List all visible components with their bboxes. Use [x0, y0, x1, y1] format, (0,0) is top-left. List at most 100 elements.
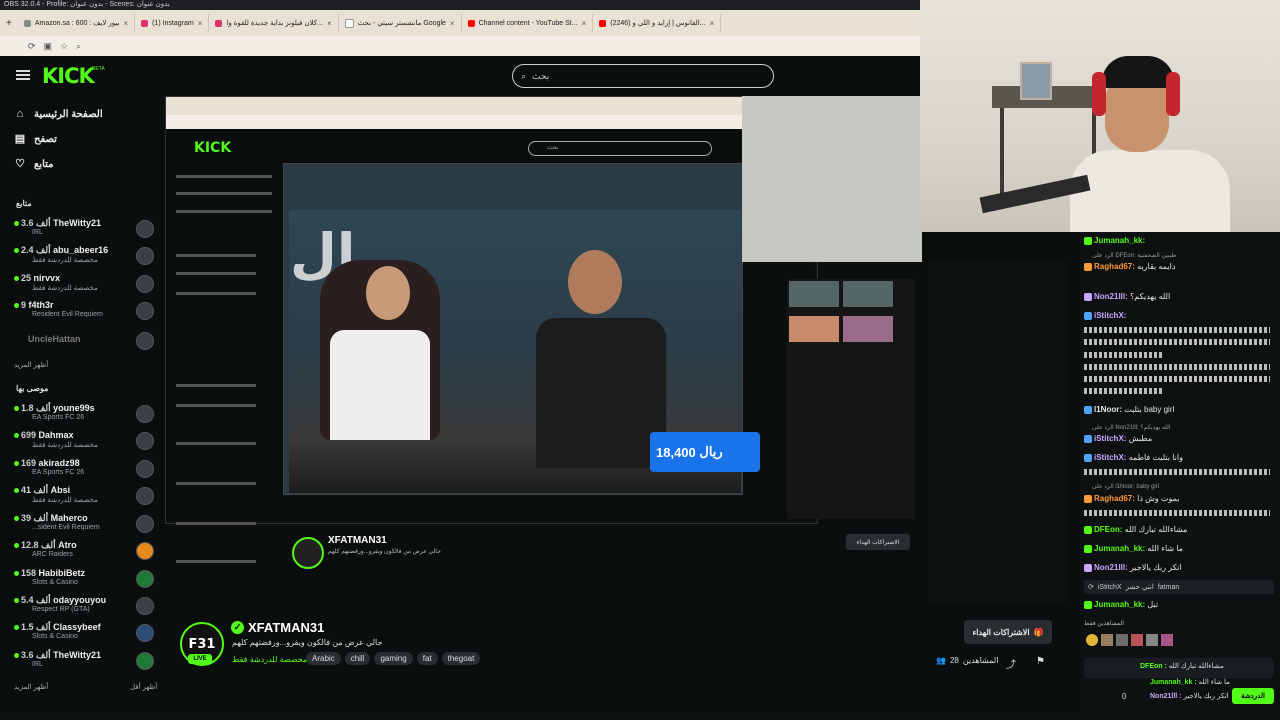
instagram-icon	[141, 19, 149, 27]
browser-tab[interactable]: Amazon.sa : 600 : بيور لايف ×	[18, 14, 136, 32]
close-icon[interactable]: ×	[327, 19, 332, 28]
browser-tab[interactable]: مانشستر سيتي - بحث Google ×	[339, 14, 462, 32]
tag[interactable]: fat	[416, 652, 438, 665]
live-dot-icon	[14, 248, 19, 253]
search-icon[interactable]: ⌕	[76, 41, 81, 52]
bookmark-star-icon[interactable]: ☆	[60, 41, 68, 52]
emote-icon[interactable]	[1086, 634, 1098, 646]
show-more-link[interactable]: أظهر المزيد	[14, 683, 48, 691]
sidebar-channel[interactable]: 699 Dahmax مخصصة للدردشة فقط	[14, 430, 154, 454]
sidebar-channel[interactable]: 12.8 ألف Atro ARC Raiders	[14, 540, 154, 564]
nested-sidebar-line	[176, 210, 272, 213]
sidebar-channel[interactable]: 3.6 ألف TheWitty21 IRL	[14, 650, 154, 674]
sidebar-channel[interactable]: 5.4 ألف odayyouyou Respect RP (GTA)	[14, 595, 154, 619]
channel-name: Absi	[50, 485, 71, 495]
chat-message: DFEon: مشاءالله تبارك الله	[1084, 525, 1274, 535]
viewer-count: 3.6 ألف	[21, 650, 51, 660]
extensions-icon[interactable]: ▣	[44, 41, 53, 52]
channel-name: Atro	[58, 540, 77, 550]
emote-icon[interactable]	[1146, 634, 1158, 646]
headset	[1166, 72, 1180, 116]
chat-message: l1Noor: بتلبت baby girl	[1084, 405, 1274, 415]
menu-icon[interactable]	[16, 70, 30, 80]
show-more-link[interactable]: أظهر المزيد	[14, 361, 48, 369]
viewer-count: 28	[949, 656, 959, 665]
verified-icon: ✓	[231, 621, 244, 634]
close-icon[interactable]: ×	[198, 19, 203, 28]
sidebar-channel[interactable]: 3.6 ألف TheWitty21 IRL	[14, 218, 154, 242]
emote-icon[interactable]	[1161, 634, 1173, 646]
close-icon[interactable]: ×	[710, 19, 715, 28]
viewer-count: 9	[21, 300, 27, 310]
browser-tab[interactable]: (2246) الفانوس | إرايد و اللي و... ×	[593, 14, 722, 32]
chat-mode-label: المشاهدين فقط	[1084, 621, 1124, 627]
sidebar-channel[interactable]: 1.5 ألف Classybeef Slots & Casino	[14, 622, 154, 646]
person-right	[530, 240, 670, 468]
avatar	[136, 487, 154, 505]
close-icon[interactable]: ×	[582, 19, 587, 28]
sidebar-channel[interactable]: 2.4 ألف abu_abeer16 مخصصة للدردشة فقط	[14, 245, 154, 269]
taskbar	[0, 712, 1280, 720]
nav-browse[interactable]: ▤ تصفح	[14, 133, 57, 145]
recommended-title: موصى بها	[16, 384, 49, 393]
nested-chat	[928, 262, 1068, 602]
kick-logo[interactable]: KICK	[42, 64, 95, 88]
live-dot-icon	[14, 406, 19, 411]
sidebar-channel[interactable]: 169 akiradz98 EA Sports FC 26	[14, 458, 154, 482]
channel-name[interactable]: XFATMAN31	[248, 620, 324, 635]
avatar	[136, 275, 154, 293]
beta-badge: BETA	[92, 66, 105, 72]
close-icon[interactable]: ×	[450, 19, 455, 28]
nested-channel-avatar	[292, 537, 324, 569]
sidebar-channel[interactable]: 41 ألف Absi مخصصة للدردشة فقط	[14, 485, 154, 509]
avatar	[136, 597, 154, 615]
channel-name: UncleHattan	[28, 334, 81, 344]
search-input[interactable]: ⌕ بحث	[512, 64, 774, 88]
follow-icon[interactable]: ⚑	[1036, 656, 1045, 667]
emote-icon[interactable]	[1101, 634, 1113, 646]
price-value: 18,400	[656, 444, 696, 460]
emote-icon[interactable]	[1131, 634, 1143, 646]
nav-label: تصفح	[34, 133, 57, 145]
live-dot-icon	[14, 598, 19, 603]
nav-following[interactable]: ♡ متابع	[14, 158, 53, 170]
close-icon[interactable]: ×	[123, 19, 128, 28]
sidebar-channel[interactable]: 9 f4th3r Resident Evil Requiem	[14, 300, 154, 324]
chat-message: iStitchX:	[1084, 311, 1274, 321]
sidebar-channel-offline[interactable]: UncleHattan	[14, 332, 154, 358]
live-dot-icon	[14, 625, 19, 630]
tag[interactable]: gaming	[374, 652, 413, 665]
headset	[1092, 72, 1106, 116]
live-dot-icon	[14, 276, 19, 281]
gift-subscriptions-button[interactable]: الاشتراكات الهداء 🎁	[964, 620, 1052, 644]
stream-category[interactable]: مخصصة للدردشة فقط	[232, 655, 307, 664]
tag[interactable]: thegoat	[441, 652, 481, 665]
share-icon[interactable]: ⤴	[1006, 656, 1016, 671]
tag[interactable]: Arabic	[306, 652, 341, 665]
nested-sidebar-line	[176, 192, 272, 195]
sidebar-channel[interactable]: 25 nirvvx مخصصة للدردشة فقط	[14, 273, 154, 297]
avatar	[136, 652, 154, 670]
pinned-message[interactable]: ⟳ iStitchX انتي حشر fatman	[1084, 580, 1274, 594]
browser-tab[interactable]: كلان فيلونز بداية جديدة للقوة وا... ×	[209, 14, 339, 32]
channel-category: Slots & Casino	[32, 633, 78, 640]
viewer-count: 25	[21, 273, 32, 283]
nav-home[interactable]: ⌂ الصفحة الرئيسية	[14, 108, 103, 120]
emote-icon[interactable]	[1116, 634, 1128, 646]
chat-send-button[interactable]: الدردشة	[1232, 688, 1274, 704]
reload-icon[interactable]: ⟳	[28, 41, 36, 52]
nested-channel-name: XFATMAN31	[328, 535, 387, 546]
show-less-link[interactable]: أظهر أقل	[130, 683, 157, 691]
tag[interactable]: chill	[344, 652, 371, 665]
tab-label: (1) Instagram	[152, 19, 194, 27]
pinned-prefix: انتي حشر	[1125, 584, 1154, 591]
nav-label: الصفحة الرئيسية	[34, 108, 103, 120]
browser-tab[interactable]: (1) Instagram ×	[135, 14, 210, 32]
browser-tab[interactable]: Channel content - YouTube St... ×	[462, 14, 594, 32]
sidebar-channel[interactable]: 39 ألف Maherco ...sident Evil Requiem	[14, 513, 154, 537]
chat-bottom-line: DFEon : مشاءالله تبارك الله	[1140, 663, 1224, 670]
new-tab-button[interactable]: +	[0, 18, 18, 29]
sidebar-channel[interactable]: 1.8 ألف youne99s EA Sports FC 26	[14, 403, 154, 427]
chat-spam-line	[1084, 510, 1270, 516]
sidebar-channel[interactable]: 158 HabibiBetz Slots & Casino	[14, 568, 154, 592]
